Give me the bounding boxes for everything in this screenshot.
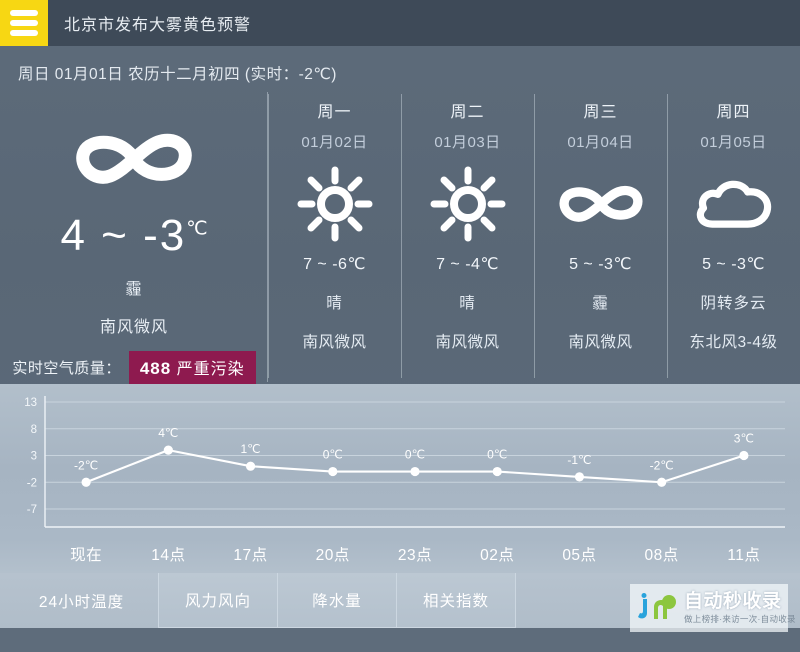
tab-indices[interactable]: 相关指数	[396, 573, 516, 628]
chart-x-tick-label: 05点	[562, 547, 597, 564]
forecast-icon-wrap	[297, 158, 373, 250]
chart-point-label: -2℃	[74, 458, 98, 472]
chart-point-label: 3℃	[734, 432, 754, 446]
forecast-condition: 霾	[592, 295, 609, 312]
today-wind: 南风微风	[99, 319, 168, 336]
forecast-wind: 南风微风	[568, 334, 633, 351]
haze-icon	[559, 185, 642, 222]
chart-data-point[interactable]	[163, 445, 173, 455]
warning-bar-1	[10, 10, 38, 16]
tab-24h-temperature[interactable]: 24小时温度	[4, 573, 159, 628]
chart-x-tick-label: 08点	[644, 547, 679, 564]
forecast-date: 01月03日	[434, 134, 501, 151]
air-quality-value: 488	[139, 359, 172, 378]
chart-point-label: 0℃	[487, 448, 507, 462]
forecast-icon-wrap	[430, 158, 506, 250]
chart-x-tick-label: 17点	[233, 547, 268, 564]
chart-x-tick-label: 11点	[727, 547, 761, 564]
air-quality-row: 实时空气质量： 488 严重污染	[12, 351, 256, 384]
air-quality-badge[interactable]: 488 严重污染	[128, 351, 256, 384]
today-temperature: 4 ~ -3℃	[60, 214, 207, 258]
chart-x-tick-label: 02点	[480, 547, 515, 564]
chart-y-tick-label: -2	[27, 477, 37, 489]
chart-point-label: -1℃	[567, 453, 591, 467]
temperature-chart-svg: 13 8 3 -2 -7 -2℃ 4℃ 1℃ 0℃ 0℃ 0℃ -1℃ -2℃ 3℃	[24, 396, 785, 528]
forecast-wind: 南风微风	[302, 334, 367, 351]
chart-data-point[interactable]	[328, 466, 338, 477]
tab-precipitation[interactable]: 降水量	[277, 573, 397, 628]
chart-data-point[interactable]	[492, 466, 502, 477]
chart-y-tick-label: 3	[31, 451, 37, 463]
forecast-day-monday[interactable]: 周一 01月02日 7 ~ -6℃ 晴 南风微风	[268, 90, 401, 384]
forecast-condition: 晴	[459, 295, 476, 312]
warning-bars-icon	[0, 0, 48, 46]
today-temp-unit: ℃	[186, 218, 208, 240]
forecast-icon-wrap	[693, 158, 775, 250]
chart-data-point[interactable]	[245, 461, 256, 471]
today-temp-range: 4 ~ -3	[60, 211, 187, 260]
warning-bar-2	[10, 20, 38, 26]
forecast-date: 01月02日	[301, 134, 368, 151]
today-weather-icon-wrap	[70, 112, 198, 206]
forecast-day-wednesday[interactable]: 周三 01月04日 5 ~ -3℃ 霾 南风微风	[534, 90, 667, 384]
cloud-icon	[696, 180, 771, 228]
chart-y-tick-label: 13	[24, 397, 37, 409]
sun-icon	[430, 166, 505, 242]
chart-y-tick-label: -7	[27, 504, 37, 516]
forecast-dayname: 周一	[317, 104, 352, 121]
forecast-temp: 5 ~ -3℃	[569, 256, 632, 273]
forecast-condition: 晴	[326, 295, 343, 312]
chart-point-label: 0℃	[323, 448, 343, 462]
chart-data-point[interactable]	[81, 477, 91, 487]
forecast-day-thursday[interactable]: 周四 01月05日 5 ~ -3℃ 阴转多云 东北风3-4级	[667, 90, 800, 384]
haze-icon	[76, 133, 192, 184]
weather-widget: 北京市发布大雾黄色预警 周日 01月01日 农历十二月初四 (实时：-2℃) 4…	[0, 0, 800, 652]
forecast-temp: 7 ~ -4℃	[436, 256, 499, 273]
forecast-icon-wrap	[555, 158, 647, 250]
chart-x-axis: 现在 14点 17点 20点 23点 02点 05点 08点 11点	[0, 539, 800, 573]
forecast-temp: 5 ~ -3℃	[702, 256, 765, 273]
today-date-line: 周日 01月01日 农历十二月初四 (实时：-2℃)	[18, 66, 337, 83]
chart-point-label: 4℃	[158, 426, 178, 440]
forecast-wind: 东北风3-4级	[689, 334, 778, 351]
forecast-wind: 南风微风	[435, 334, 500, 351]
forecast-dayname: 周三	[583, 104, 618, 121]
chart-data-point[interactable]	[574, 472, 585, 482]
air-quality-level: 严重污染	[176, 361, 245, 378]
chart-y-tick-label: 8	[31, 424, 37, 436]
forecast-date: 01月05日	[700, 134, 767, 151]
chart-x-tick-label: 14点	[151, 547, 186, 564]
alert-bar[interactable]: 北京市发布大雾黄色预警	[0, 0, 800, 46]
forecast-dayname: 周二	[450, 104, 485, 121]
warning-bar-3	[10, 30, 38, 36]
chart-data-point[interactable]	[739, 450, 749, 461]
chart-point-label: 1℃	[240, 442, 260, 456]
forecast-row: 4 ~ -3℃ 霾 南风微风 实时空气质量： 488 严重污染 周一 01月02…	[0, 84, 800, 384]
chart-x-tick-label: 现在	[70, 547, 103, 564]
alert-text: 北京市发布大雾黄色预警	[64, 17, 252, 34]
tab-label: 风力风向	[184, 593, 251, 610]
forecast-condition: 阴转多云	[700, 295, 767, 312]
chart-point-label: 0℃	[405, 448, 425, 462]
forecast-dayname: 周四	[716, 104, 751, 121]
forecast-date: 01月04日	[567, 134, 634, 151]
tab-wind[interactable]: 风力风向	[158, 573, 278, 628]
temperature-chart: 13 8 3 -2 -7 -2℃ 4℃ 1℃ 0℃ 0℃ 0℃ -1℃ -2℃ 3℃	[0, 384, 800, 539]
tab-label: 降水量	[312, 593, 362, 610]
tab-label: 相关指数	[422, 593, 489, 610]
today-column: 4 ~ -3℃ 霾 南风微风 实时空气质量： 488 严重污染	[0, 90, 268, 384]
chart-data-point[interactable]	[410, 466, 420, 477]
chart-tab-bar: 24小时温度 风力风向 降水量 相关指数	[0, 573, 800, 628]
forecast-day-tuesday[interactable]: 周二 01月03日 7 ~ -4℃ 晴 南风微风	[401, 90, 534, 384]
air-quality-label: 实时空气质量：	[12, 360, 121, 377]
forecast-temp: 7 ~ -6℃	[303, 256, 366, 273]
tab-label: 24小时温度	[38, 593, 125, 611]
sun-icon	[297, 166, 372, 242]
today-condition: 霾	[125, 281, 143, 298]
chart-point-label: -2℃	[650, 458, 674, 472]
chart-x-tick-label: 23点	[397, 547, 433, 564]
chart-data-point[interactable]	[657, 477, 667, 487]
chart-x-tick-label: 20点	[315, 547, 350, 564]
